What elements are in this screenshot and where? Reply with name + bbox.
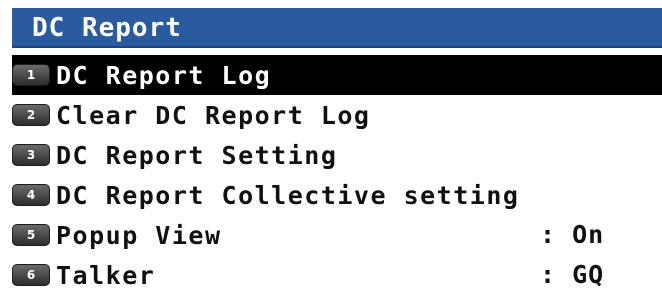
menu-item-dc-report-collective-setting[interactable]: 4 DC Report Collective setting: [12, 175, 662, 215]
menu-item-talker[interactable]: 6 Talker : GQ: [12, 255, 662, 295]
talker-value: : GQ: [540, 260, 605, 289]
menu-item-popup-view[interactable]: 5 Popup View : On: [12, 215, 662, 255]
menu-item-label: DC Report Setting: [56, 140, 338, 170]
menu-item-clear-dc-report-log[interactable]: 2 Clear DC Report Log: [12, 95, 662, 135]
menu-item-dc-report-log[interactable]: 1 DC Report Log: [12, 55, 662, 95]
menu-item-dc-report-setting[interactable]: 3 DC Report Setting: [12, 135, 662, 175]
key-3-icon: 3: [12, 144, 50, 166]
key-6-icon: 6: [12, 264, 50, 286]
key-5-icon: 5: [12, 224, 50, 246]
popup-view-value: : On: [540, 220, 605, 249]
menu-item-label: DC Report Log: [56, 60, 272, 90]
page-title: DC Report: [12, 8, 662, 48]
menu-item-label: Clear DC Report Log: [56, 100, 371, 130]
dc-report-menu: 1 DC Report Log 2 Clear DC Report Log 3 …: [12, 55, 662, 295]
dc-report-screen: DC Report 1 DC Report Log 2 Clear DC Rep…: [0, 0, 662, 300]
key-1-icon: 1: [12, 64, 50, 86]
key-2-icon: 2: [12, 104, 50, 126]
key-4-icon: 4: [12, 184, 50, 206]
menu-item-label: DC Report Collective setting: [56, 180, 520, 210]
